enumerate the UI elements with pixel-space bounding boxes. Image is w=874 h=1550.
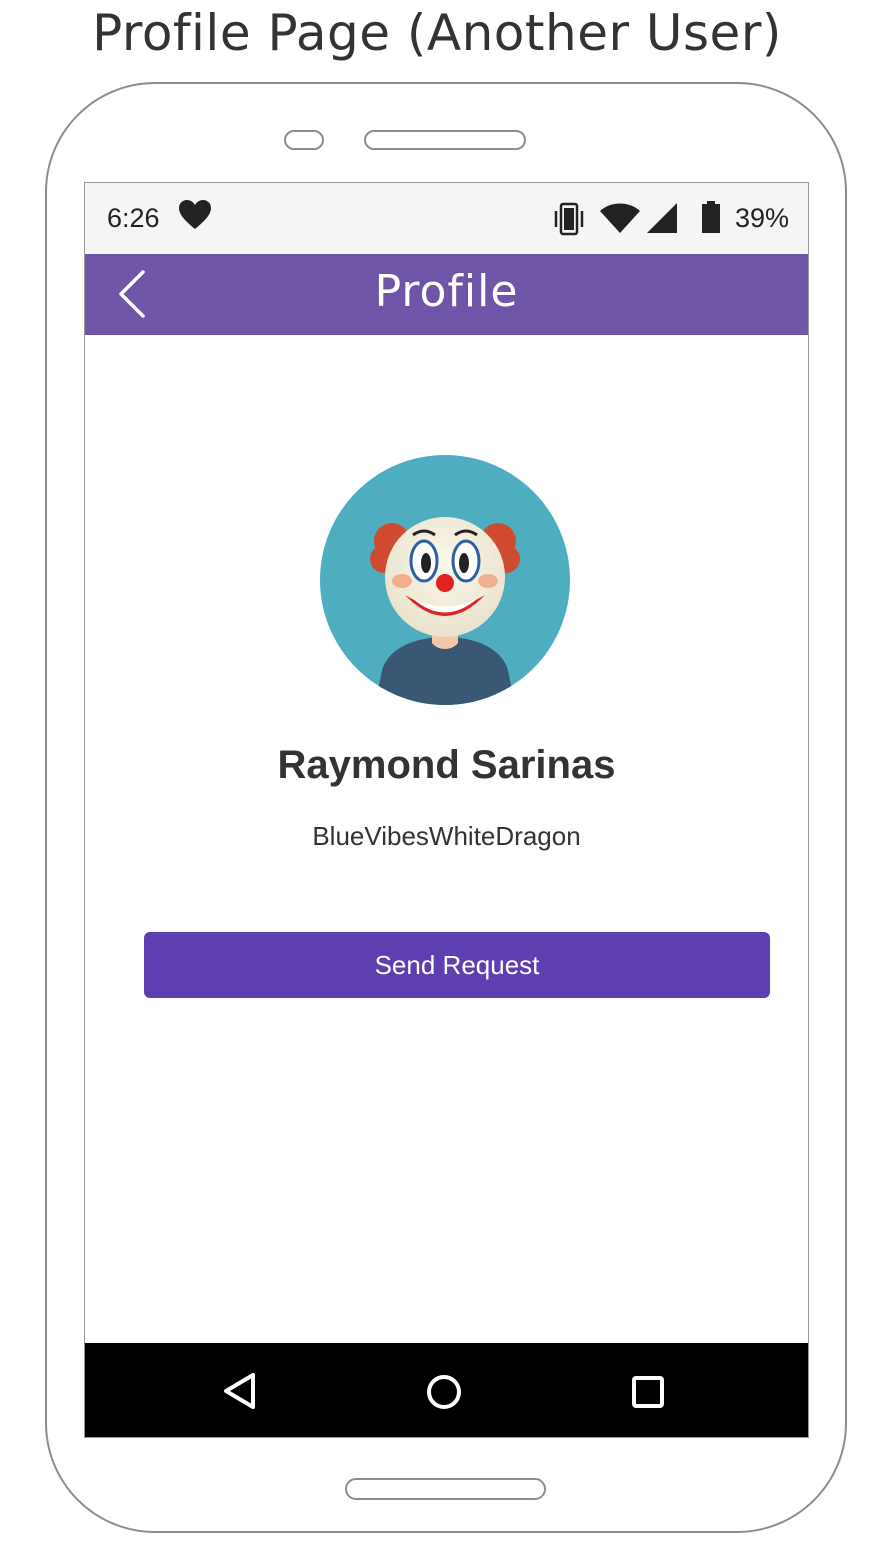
heart-icon [179,200,211,229]
phone-speaker [364,130,526,150]
battery-icon [702,201,720,233]
page-title: Profile [374,266,519,317]
send-request-label: Send Request [374,949,540,980]
clown-avatar[interactable] [320,455,570,705]
send-request-button[interactable]: Send Request [144,932,770,998]
app-bar: Profile [85,254,808,335]
cell-signal-icon [647,203,677,233]
phone-camera [284,130,324,150]
status-time: 6:26 [107,203,160,233]
system-nav-bar [85,1343,808,1437]
profile-name: Raymond Sarinas [277,743,616,787]
nav-home-icon[interactable] [425,1373,463,1411]
phone-screen: 6:26 39% Profile Raymond Sarinas BlueVib… [84,182,809,1438]
nav-recents-icon[interactable] [631,1375,665,1409]
wifi-icon [600,203,640,233]
profile-username: BlueVibesWhiteDragon [312,821,581,851]
battery-percent: 39% [735,203,790,233]
vibrate-icon [554,202,584,236]
nav-back-icon[interactable] [221,1371,257,1411]
status-bar: 6:26 39% [85,183,808,254]
page-caption: Profile Page (Another User) [92,4,782,62]
phone-home-slot [345,1478,546,1500]
